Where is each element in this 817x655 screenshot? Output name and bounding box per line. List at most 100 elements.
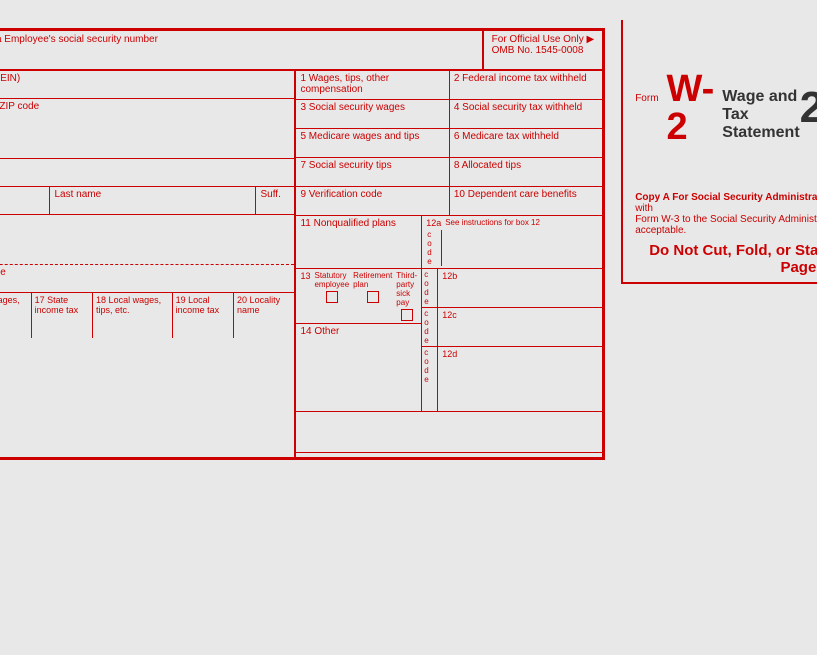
copy-a-end: acceptable. — [635, 225, 686, 236]
box12c-code-col: code — [422, 308, 438, 346]
box7: 7 Social security tips — [296, 158, 449, 186]
e-lastname-cell: Last name — [50, 187, 256, 214]
row-12b-split: 13 Statutoryemployee Retirementplan Thir… — [296, 269, 602, 412]
statutory-checkbox[interactable] — [326, 291, 338, 303]
box16-label: 16 State wages, tips, etc. — [0, 295, 20, 315]
box18: 18 Local wages, tips, etc. — [93, 293, 173, 338]
box2: 2 Federal income tax withheld — [450, 71, 602, 99]
main-area: b Employer identification number (EIN) c… — [0, 71, 602, 457]
box10-label: 10 Dependent care benefits — [454, 189, 577, 200]
box12d-row: code 12d — [422, 347, 602, 411]
thirdparty-label: Third-partysick pay — [396, 271, 417, 307]
copy-a-line: Copy A For Social Security Administratio… — [635, 192, 817, 214]
box3-label: 3 Social security wages — [300, 102, 405, 113]
row-7-8: 7 Social security tips 8 Allocated tips — [296, 158, 602, 187]
ssn-label: a Employee's social security number — [0, 34, 158, 45]
box12c-label-area: 12c — [438, 308, 602, 346]
omb-label: OMB No. 1545-0008 — [492, 45, 595, 56]
row-3-4: 3 Social security wages 4 Social securit… — [296, 100, 602, 129]
row-13-area: 13 Statutoryemployee Retirementplan Thir… — [296, 269, 422, 411]
box6: 6 Medicare tax withheld — [450, 129, 602, 157]
retirement-checkbox[interactable] — [367, 291, 379, 303]
box6-label: 6 Medicare tax withheld — [454, 131, 559, 142]
box5-label: 5 Medicare wages and tips — [300, 131, 419, 142]
box12b-code-col: code — [422, 269, 438, 307]
year-text: 2017 — [800, 83, 817, 133]
copy-a-line2-text: Form W-3 to the Social Security Administ… — [635, 214, 817, 225]
copy-a-bold: Copy A For Social Security Administratio… — [635, 192, 817, 203]
box3: 3 Social security wages — [296, 100, 449, 128]
box4-label: 4 Social security tax withheld — [454, 102, 582, 113]
box13-label: 13 — [300, 271, 310, 281]
w2-form: 22222 Void a Employee's social security … — [0, 28, 605, 460]
row-1-2: 1 Wages, tips, other compensation 2 Fede… — [296, 71, 602, 100]
box19-label: 19 Local income tax — [176, 295, 220, 315]
do-not-cut: Do Not Cut, Fold, or Staple Forms on Thi… — [635, 242, 817, 276]
f-label: f Employee's address and ZIP code — [0, 267, 6, 278]
box2-label: 2 Federal income tax withheld — [454, 73, 587, 84]
box11-label: 11 Nonqualified plans — [300, 218, 395, 229]
e-lastname-label: Last name — [54, 189, 101, 200]
box12c-label: 12c — [442, 310, 457, 320]
box12b-label: 12b — [442, 271, 457, 281]
row-d: d Control number — [0, 159, 294, 187]
box14-cell: 14 Other — [296, 324, 421, 404]
box4: 4 Social security tax withheld — [450, 100, 602, 128]
box9: 9 Verification code — [296, 187, 449, 215]
box18-label: 18 Local wages, tips, etc. — [96, 295, 161, 315]
e-firstname-cell: e Employee's first name and initial — [0, 187, 50, 214]
w2-title-area: Form W-2 Wage and Tax Statement — [635, 70, 799, 146]
box11: 11 Nonqualified plans — [296, 216, 422, 268]
box17: 17 State income tax — [32, 293, 93, 338]
box16: 16 State wages, tips, etc. — [0, 293, 32, 338]
box12b-label-area: 12b — [438, 269, 602, 307]
left-column: b Employer identification number (EIN) c… — [0, 71, 296, 457]
box5: 5 Medicare wages and tips — [296, 129, 449, 157]
c-label: c Employer's name, address, and ZIP code — [0, 101, 39, 112]
box19: 19 Local income tax — [173, 293, 234, 338]
thirdparty-checkbox[interactable] — [401, 309, 413, 321]
footer-top: Form W-2 Wage and Tax Statement 2017 Dep… — [635, 28, 817, 188]
form-small-label: Form — [635, 93, 658, 104]
statutory-checkbox-group: Statutoryemployee — [314, 271, 349, 303]
box12d-label: 12d — [442, 349, 457, 359]
retirement-label: Retirementplan — [353, 271, 392, 289]
address-area — [0, 215, 294, 265]
box12c-row: code 12c — [422, 308, 602, 347]
box1-label: 1 Wages, tips, other compensation — [300, 73, 389, 95]
box20: 20 Locality name — [234, 293, 294, 338]
row-c: c Employer's name, address, and ZIP code — [0, 99, 294, 159]
form-label: Form — [635, 93, 658, 104]
box20-label: 20 Locality name — [237, 295, 280, 315]
thirdparty-checkbox-group: Third-partysick pay — [396, 271, 417, 321]
w2-big-text: W-2 — [667, 70, 715, 146]
state-row-right — [296, 412, 602, 457]
row-f: f Employee's address and ZIP code — [0, 265, 294, 293]
box12a-label: 12a — [426, 218, 441, 228]
box12a-cell: 12a See instructions for box 12 code — [422, 216, 602, 268]
ssn-section: a Employee's social security number — [0, 31, 484, 69]
row-5-6: 5 Medicare wages and tips 6 Medicare tax… — [296, 129, 602, 158]
box13-cell: 13 Statutoryemployee Retirementplan Thir… — [296, 269, 421, 324]
row-9-10: 9 Verification code 10 Dependent care be… — [296, 187, 602, 216]
state-row: 15 State State Employer's state ID numbe… — [0, 293, 294, 338]
row-b: b Employer identification number (EIN) — [0, 71, 294, 99]
box9-label: 9 Verification code — [300, 189, 382, 200]
box8: 8 Allocated tips — [450, 158, 602, 186]
box12bcd-section: code 12b code 12c — [422, 269, 602, 411]
box10: 10 Dependent care benefits — [450, 187, 602, 215]
box7-label: 7 Social security tips — [300, 160, 391, 171]
box8-label: 8 Allocated tips — [454, 160, 521, 171]
box12d-label-area: 12d — [438, 347, 602, 411]
b-label: b Employer identification number (EIN) — [0, 73, 20, 84]
official-use-section: For Official Use Only ▶ OMB No. 1545-000… — [484, 31, 603, 69]
box12d-code-col: code — [422, 347, 438, 411]
box1: 1 Wages, tips, other compensation — [296, 71, 449, 99]
statutory-label: Statutoryemployee — [314, 271, 349, 289]
e-suff-cell: Suff. — [256, 187, 294, 214]
w2-subtitle-text: Wage and Tax Statement — [722, 88, 799, 142]
row-e: e Employee's first name and initial Last… — [0, 187, 294, 215]
box12a-sub: See instructions for box 12 — [445, 218, 540, 228]
box12b-row: code 12b — [422, 269, 602, 308]
row-11-12a-split: 11 Nonqualified plans 12a See instructio… — [296, 216, 602, 269]
